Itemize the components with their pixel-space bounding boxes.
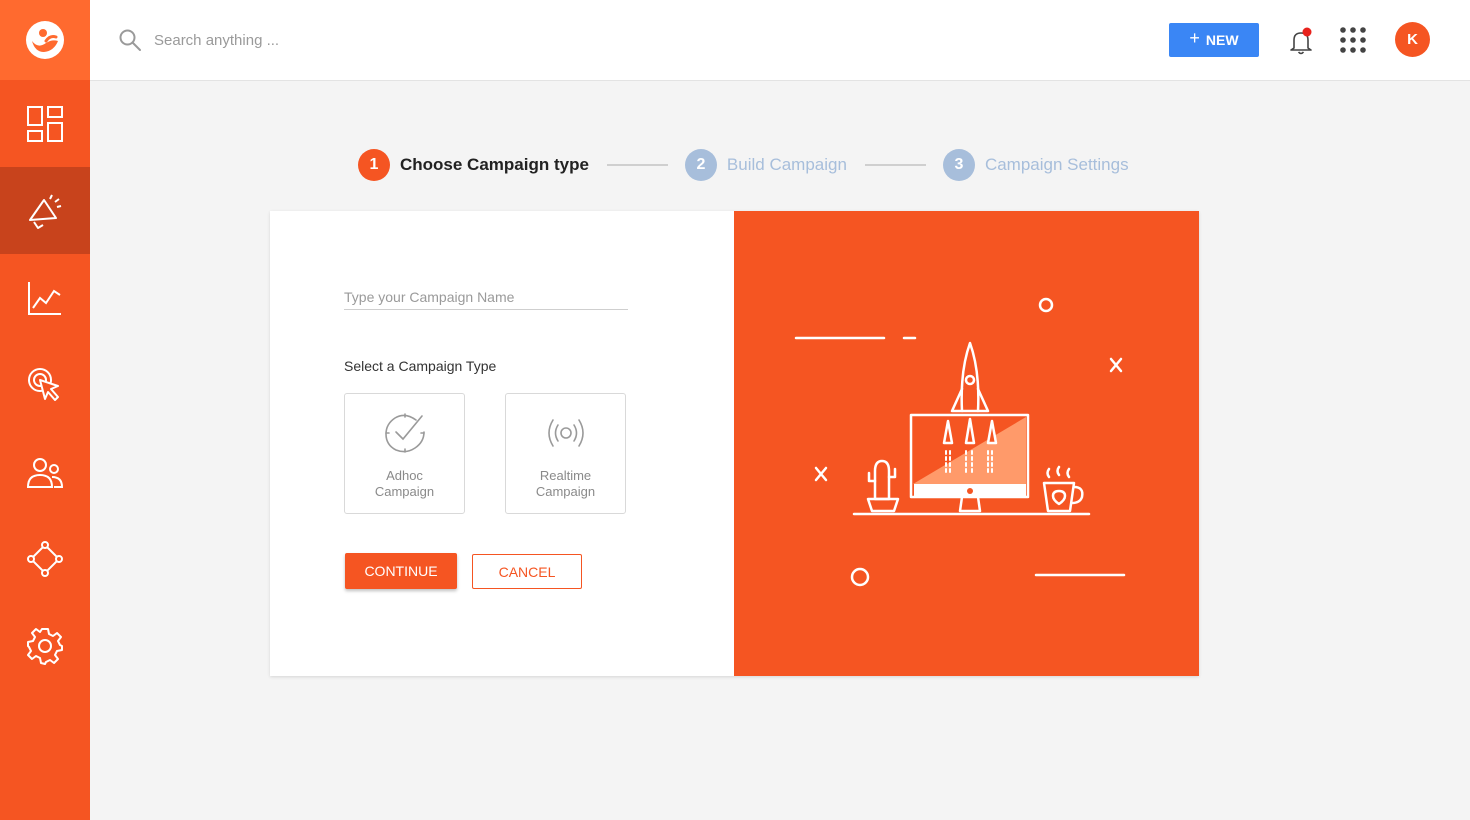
- cancel-button[interactable]: CANCEL: [472, 554, 582, 589]
- top-header: + NEW K: [90, 0, 1470, 81]
- step-label: Choose Campaign type: [400, 155, 589, 174]
- campaign-name-input[interactable]: [344, 284, 628, 310]
- sidebar-item-analytics[interactable]: [0, 254, 90, 341]
- plus-icon: +: [1189, 27, 1200, 48]
- step-label: Build Campaign: [726, 155, 847, 174]
- users-icon: [26, 457, 64, 488]
- step-number: 3: [942, 149, 975, 181]
- option-line1: Adhoc: [386, 468, 423, 483]
- new-button-label: NEW: [1205, 32, 1239, 48]
- step-label: Campaign Settings: [984, 155, 1129, 174]
- cursor-click-icon: [28, 367, 59, 401]
- campaign-type-label: Select a Campaign Type: [344, 358, 497, 374]
- new-button[interactable]: + NEW: [1169, 23, 1259, 57]
- step-connector: [864, 164, 926, 166]
- sidebar-item-dashboard[interactable]: [0, 80, 90, 167]
- sidebar-item-journeys[interactable]: [0, 515, 90, 602]
- sidebar-item-users[interactable]: [0, 428, 90, 515]
- sidebar-item-settings[interactable]: [0, 602, 90, 689]
- search-icon: [119, 29, 141, 51]
- user-avatar[interactable]: K: [1395, 22, 1430, 57]
- gear-icon: [27, 627, 63, 665]
- campaign-form: Select a Campaign Type Adhoc Campaign Re…: [270, 211, 734, 676]
- step-number: 1: [358, 149, 390, 181]
- adhoc-campaign-label: Adhoc Campaign: [345, 468, 464, 500]
- clock-check-icon: [385, 413, 425, 453]
- sidebar-item-campaigns[interactable]: [0, 167, 90, 254]
- notification-bell-icon[interactable]: [1286, 26, 1316, 56]
- line-chart-icon: [28, 281, 61, 315]
- step-connector: [606, 164, 668, 166]
- option-line1: Realtime: [539, 468, 592, 483]
- dashboard-icon: [27, 105, 63, 142]
- sidebar: [0, 0, 90, 820]
- journey-diamond-icon: [27, 540, 63, 577]
- campaign-type-card: Select a Campaign Type Adhoc Campaign Re…: [270, 211, 1199, 676]
- step-choose-type[interactable]: 1 Choose Campaign type: [358, 149, 589, 181]
- app-logo[interactable]: [0, 0, 90, 80]
- illustration-panel: [734, 211, 1199, 676]
- avatar-initial: K: [1407, 31, 1418, 48]
- search-input[interactable]: [154, 26, 414, 54]
- brand-logo-icon: [26, 21, 64, 59]
- campaign-stepper: 1 Choose Campaign type 2 Build Campaign …: [358, 149, 1129, 181]
- continue-button[interactable]: CONTINUE: [345, 553, 457, 589]
- step-build-campaign[interactable]: 2 Build Campaign: [684, 149, 847, 181]
- option-line2: Campaign: [535, 484, 596, 499]
- apps-grid-icon[interactable]: [1340, 27, 1366, 53]
- step-campaign-settings[interactable]: 3 Campaign Settings: [942, 149, 1129, 181]
- broadcast-icon: [548, 419, 584, 447]
- option-line2: Campaign: [374, 484, 435, 499]
- realtime-campaign-option[interactable]: Realtime Campaign: [505, 393, 626, 514]
- realtime-campaign-label: Realtime Campaign: [506, 468, 625, 500]
- step-number: 2: [684, 149, 717, 181]
- adhoc-campaign-option[interactable]: Adhoc Campaign: [344, 393, 465, 514]
- megaphone-icon: [29, 194, 62, 229]
- rocket-launch-illustration: [794, 297, 1126, 587]
- sidebar-item-targeting[interactable]: [0, 341, 90, 428]
